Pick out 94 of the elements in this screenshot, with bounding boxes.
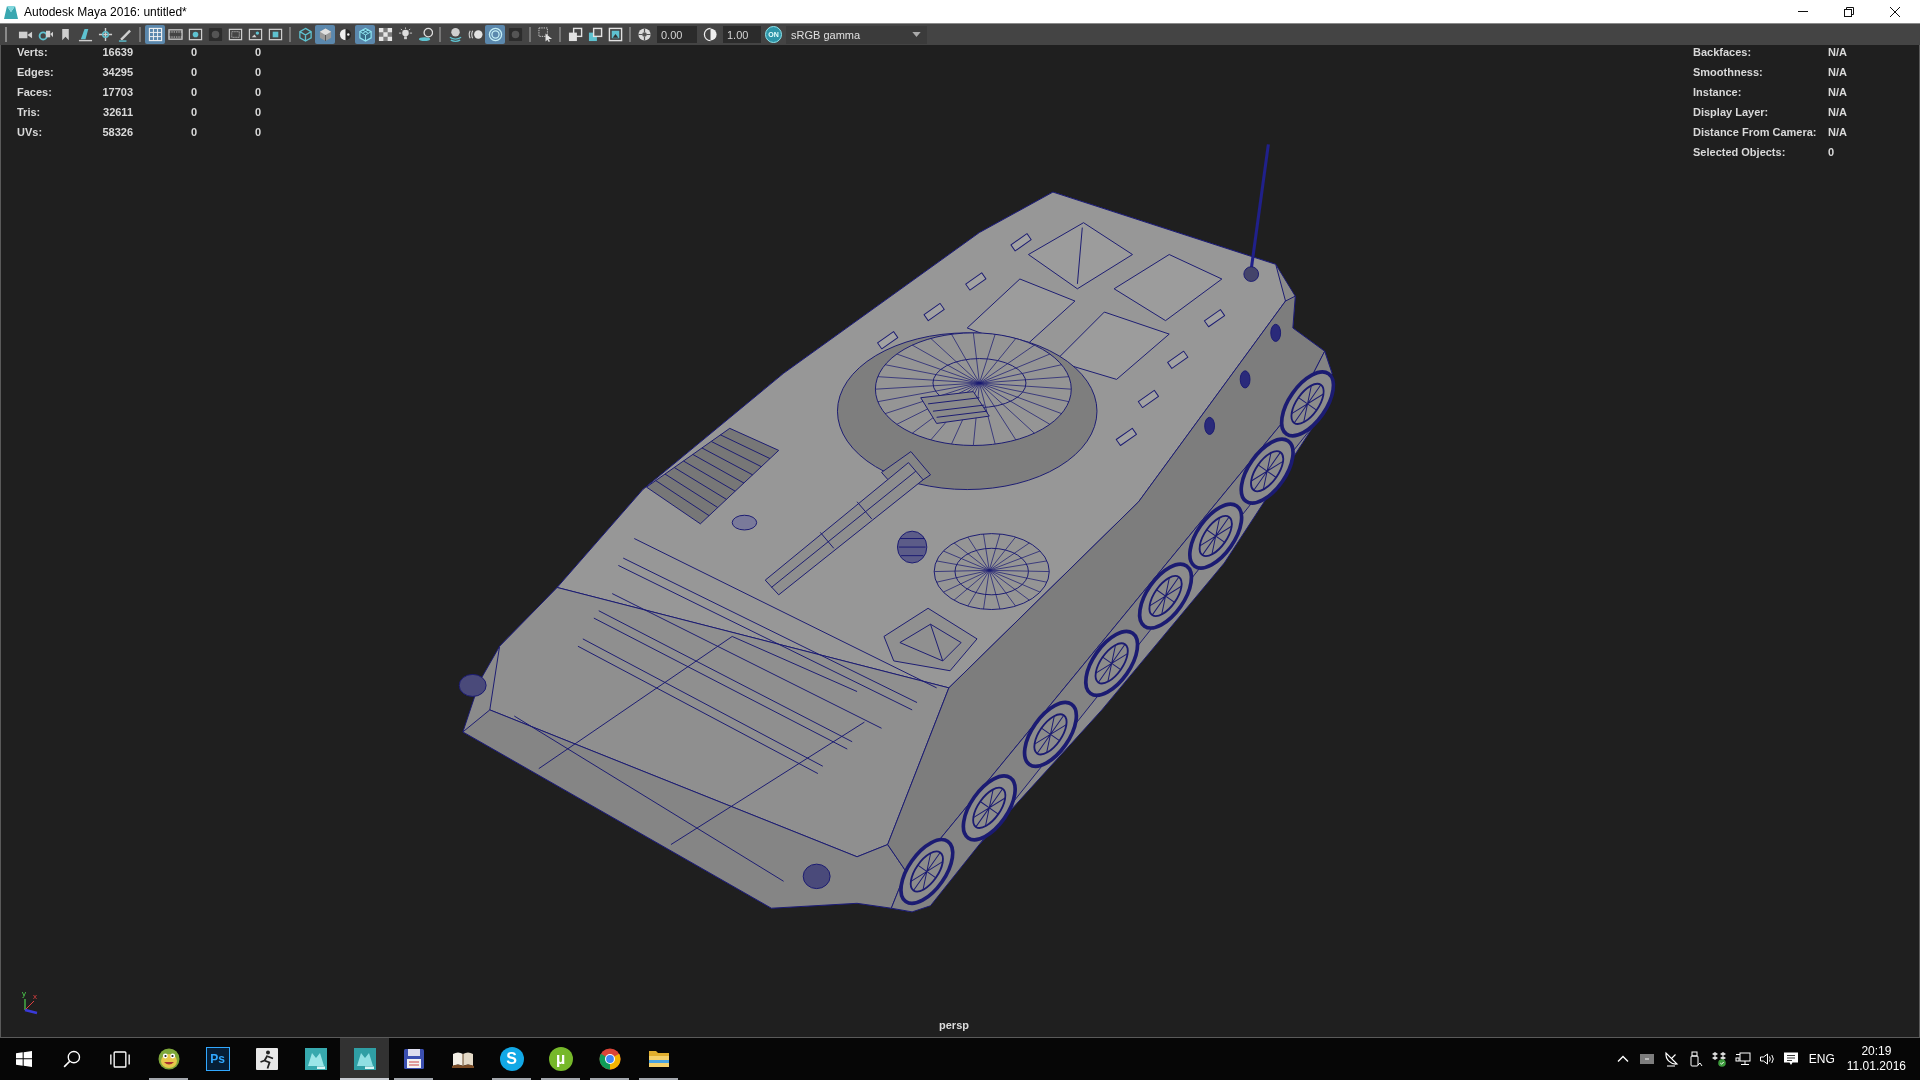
stat-value: 58326 <box>102 125 133 139</box>
stat-value: 32611 <box>103 105 133 119</box>
app-icon <box>3 3 19 20</box>
stat-value: 16639 <box>102 45 133 59</box>
stat-label: Edges: <box>17 65 54 79</box>
stat-value: N/A <box>1828 105 1847 119</box>
stat-label: Verts: <box>17 45 48 59</box>
stat-value: 0 <box>190 105 197 119</box>
rings-icon <box>487 27 503 42</box>
box-check-icon[interactable] <box>1710 1051 1727 1067</box>
app-logo: Ps <box>205 1047 230 1071</box>
stat-label: UVs: <box>17 125 43 139</box>
stat-label: Backfaces: <box>1693 45 1752 59</box>
ball-shadow-icon <box>417 27 433 42</box>
shaded-cube-icon <box>317 27 333 42</box>
selection-cursor-icon <box>537 27 553 42</box>
stat-label: Faces: <box>17 85 52 99</box>
task-view-icon <box>110 1050 130 1068</box>
film-strip-icon <box>167 27 183 42</box>
stat-value: 34295 <box>102 65 133 79</box>
square-frame-icon <box>587 27 603 42</box>
cube-wire-button[interactable] <box>355 25 375 44</box>
app-logo: µ <box>548 1047 573 1071</box>
cartoon-face-icon <box>156 1047 181 1071</box>
shaded-cube-button[interactable] <box>315 25 335 44</box>
wireframe-cube-icon <box>297 27 313 42</box>
motion-circle-icon <box>467 27 483 42</box>
taskbar-app-button[interactable] <box>340 1038 389 1080</box>
language-button[interactable]: ENG <box>1802 1038 1841 1080</box>
stat-value: 0 <box>1828 145 1835 159</box>
contrast-icon[interactable] <box>703 27 718 42</box>
grid-button[interactable] <box>145 25 165 44</box>
dark-square-icon <box>507 27 523 42</box>
cube-wire-icon <box>357 27 373 42</box>
frame-shapes-icon <box>247 27 263 42</box>
stat-value: N/A <box>1828 85 1847 99</box>
dotted-frame-icon <box>227 27 243 42</box>
small-square-icon[interactable] <box>1638 1051 1655 1067</box>
stat-value: 0 <box>190 65 197 79</box>
light-bulb-icon <box>397 27 413 42</box>
crosshair-icon <box>97 27 113 42</box>
view-transform-dropdown[interactable]: sRGB gamma <box>786 25 927 44</box>
message-icon[interactable] <box>1782 1051 1799 1067</box>
stat-value: 0 <box>190 85 197 99</box>
half-sphere-icon <box>337 27 353 42</box>
satellite-dish-icon[interactable] <box>1662 1051 1679 1067</box>
checkerboard-icon <box>377 27 393 42</box>
stat-value: N/A <box>1828 65 1847 79</box>
stat-label: Instance: <box>1693 85 1742 99</box>
minimize-icon <box>1798 11 1808 12</box>
camera-name: persp <box>939 1019 969 1032</box>
search-icon <box>63 1050 81 1068</box>
stat-label: Display Layer: <box>1693 105 1769 119</box>
stat-value: 17703 <box>102 85 133 99</box>
caret-icon <box>912 32 921 37</box>
two-squares-icon <box>567 27 583 42</box>
stat-value: N/A <box>1828 125 1847 139</box>
stat-label: Smoothness: <box>1693 65 1763 79</box>
stat-value: 0 <box>190 45 197 59</box>
exposure-field[interactable]: 0.00 <box>657 26 697 43</box>
dark-square-icon <box>207 27 223 42</box>
mountain-tile-icon <box>352 1047 377 1071</box>
windows-logo-icon <box>16 1051 32 1067</box>
stat-value: N/A <box>1828 45 1847 59</box>
close-icon <box>1890 6 1900 17</box>
stat-value: 0 <box>254 85 261 99</box>
stat-label: Distance From Camera: <box>1693 125 1817 139</box>
tricolor-circle-icon <box>597 1047 622 1071</box>
figure-tile-icon <box>254 1047 279 1071</box>
stat-value: 0 <box>254 45 261 59</box>
grid-icon <box>147 27 163 42</box>
stat-value: 0 <box>254 65 261 79</box>
network-icon[interactable] <box>1734 1051 1751 1067</box>
volume-icon[interactable] <box>1758 1051 1775 1067</box>
axis-gizmo: y x <box>20 989 44 1015</box>
stat-value: 0 <box>254 105 261 119</box>
app-logo: S <box>499 1047 524 1071</box>
frame-icon <box>267 27 283 42</box>
stat-value: 0 <box>190 125 197 139</box>
gamma-field[interactable]: 1.00 <box>723 26 761 43</box>
window-title: Autodesk Maya 2016: untitled* <box>24 4 187 19</box>
picture-frame-icon <box>607 27 623 42</box>
aperture-icon[interactable] <box>637 27 652 42</box>
stat-value: 0 <box>254 125 261 139</box>
stat-label: Selected Objects: <box>1693 145 1786 159</box>
sphere-waves-icon <box>447 27 463 42</box>
taskbar-app-button[interactable]: Ps <box>193 1038 242 1080</box>
mountain-tile-icon <box>303 1047 328 1071</box>
restore-icon <box>1844 6 1854 17</box>
stat-label: Tris: <box>17 105 41 119</box>
rings-button[interactable] <box>485 25 505 44</box>
parallelogram-icon <box>77 27 93 42</box>
clock-button[interactable]: 20:19 11.01.2016 <box>1840 1038 1912 1080</box>
pencil-icon <box>117 27 133 42</box>
